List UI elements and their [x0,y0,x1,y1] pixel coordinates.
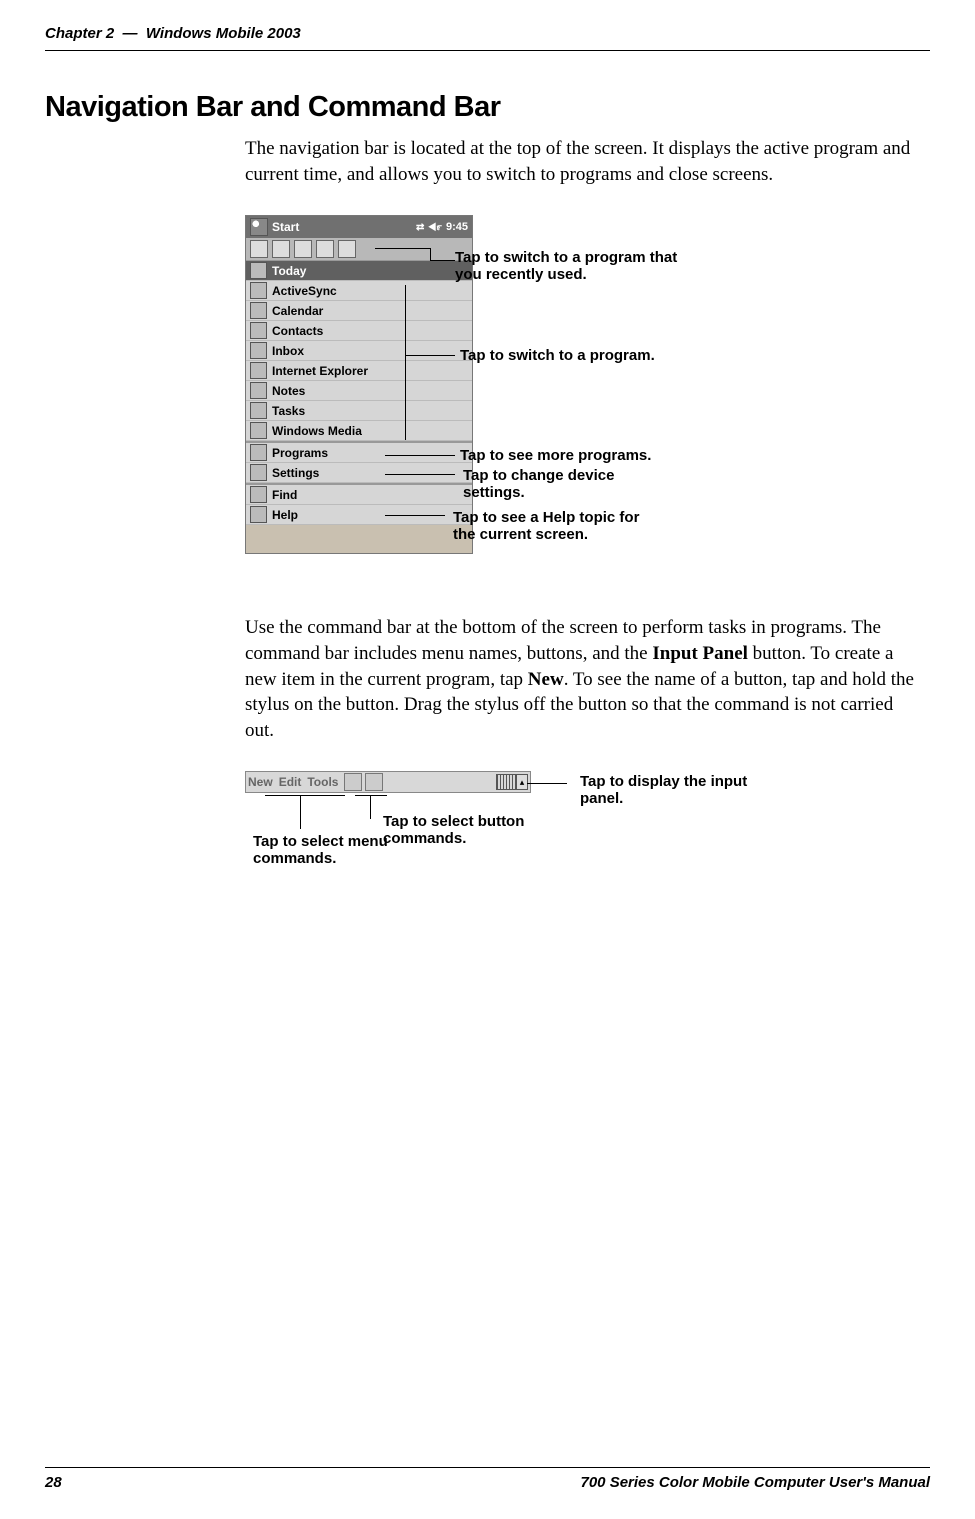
leader-line [375,248,430,249]
help-icon [250,506,267,523]
page-footer: 28 700 Series Color Mobile Computer User… [45,1467,930,1491]
para2-b-bold: Input Panel [652,643,748,664]
find-icon [250,486,267,503]
menu-contacts-label: Contacts [272,324,323,338]
cmdbar-menu-new[interactable]: New [248,775,273,789]
menu-contacts[interactable]: Contacts [246,321,472,341]
leader-line [355,795,387,796]
clock-time: 9:45 [446,221,468,233]
recent-icon-1[interactable] [250,240,268,258]
callout-input-panel: Tap to display the input panel. [580,773,790,807]
leader-line [405,355,455,356]
leader-line [265,795,345,796]
leader-line [385,515,445,516]
cmdbar-menu-edit[interactable]: Edit [279,775,302,789]
command-bar-figure: New Edit Tools ▴ Tap to display the inpu… [245,771,930,921]
leader-line [300,795,301,829]
contacts-icon [250,322,267,339]
pda-screenshot: Start ⇄ ◀೯ 9:45 Today ActiveSync Calenda… [245,215,473,554]
menu-activesync[interactable]: ActiveSync [246,281,472,301]
start-label[interactable]: Start [272,220,299,234]
menu-notes-label: Notes [272,384,305,398]
input-panel-arrow-icon[interactable]: ▴ [516,774,528,790]
pda-navbar[interactable]: Start ⇄ ◀೯ 9:45 [246,216,472,238]
chapter-label: Chapter 2 [45,25,114,42]
connectivity-icon[interactable]: ⇄ [416,222,424,233]
menu-inbox-label: Inbox [272,344,304,358]
menu-tasks-label: Tasks [272,404,305,418]
wmedia-icon [250,422,267,439]
menu-activesync-label: ActiveSync [272,284,337,298]
callout-program: Tap to switch to a program. [460,347,655,364]
para1-text: The navigation bar is located at the top… [245,136,920,187]
callout-more-programs: Tap to see more programs. [460,447,651,464]
inbox-icon [250,342,267,359]
recent-icon-2[interactable] [272,240,290,258]
leader-line [405,285,406,440]
callout-settings: Tap to change device settings. [463,467,663,501]
menu-wmedia-label: Windows Media [272,424,362,438]
callout-button-cmds: Tap to select button commands. [383,813,553,847]
recent-icon-3[interactable] [294,240,312,258]
menu-tasks[interactable]: Tasks [246,401,472,421]
notes-icon [250,382,267,399]
leader-line [385,455,455,456]
leader-line [527,783,567,784]
header-separator: — [123,25,138,42]
pda-desktop-bg [246,525,472,553]
tasks-icon [250,402,267,419]
activesync-icon [250,282,267,299]
menu-programs[interactable]: Programs [246,443,472,463]
ie-icon [250,362,267,379]
leader-line [430,260,455,261]
callout-recent: Tap to switch to a program that you rece… [455,249,705,283]
body-paragraph-1: The navigation bar is located at the top… [245,136,920,187]
start-menu-figure: Start ⇄ ◀೯ 9:45 Today ActiveSync Calenda… [245,215,930,575]
menu-calendar[interactable]: Calendar [246,301,472,321]
section-heading: Navigation Bar and Command Bar [45,91,930,124]
menu-find-label: Find [272,488,297,502]
volume-icon[interactable]: ◀೯ [428,222,442,233]
recent-programs-row[interactable] [246,238,472,261]
callout-menu-cmds: Tap to select menu commands. [253,833,403,867]
header-rule [45,50,930,51]
menu-notes[interactable]: Notes [246,381,472,401]
menu-wmedia[interactable]: Windows Media [246,421,472,441]
programs-icon [250,444,267,461]
menu-help-label: Help [272,508,298,522]
menu-ie-label: Internet Explorer [272,364,368,378]
menu-find[interactable]: Find [246,485,472,505]
cmdbar-button-icon-2[interactable] [365,773,383,791]
menu-settings-label: Settings [272,466,319,480]
settings-icon [250,464,267,481]
status-area[interactable]: ⇄ ◀೯ 9:45 [416,221,468,233]
menu-ie[interactable]: Internet Explorer [246,361,472,381]
input-panel-icon[interactable] [496,774,516,790]
callout-help: Tap to see a Help topic for the current … [453,509,653,543]
cmdbar-button-icon-1[interactable] [344,773,362,791]
menu-calendar-label: Calendar [272,304,323,318]
windows-flag-icon[interactable] [250,218,268,236]
menu-today[interactable]: Today [246,261,472,281]
today-icon [250,262,267,279]
leader-line [370,795,371,819]
command-bar: New Edit Tools ▴ [245,771,531,793]
body-paragraph-2: Use the command bar at the bottom of the… [245,615,920,743]
leader-line [430,248,431,260]
menu-programs-label: Programs [272,446,328,460]
cmdbar-menu-tools[interactable]: Tools [307,775,338,789]
menu-settings[interactable]: Settings [246,463,472,483]
page-number: 28 [45,1474,62,1491]
chapter-title: Windows Mobile 2003 [146,25,301,42]
manual-title: 700 Series Color Mobile Computer User's … [581,1474,931,1491]
para2-d-bold: New [528,669,564,690]
menu-inbox[interactable]: Inbox [246,341,472,361]
calendar-icon [250,302,267,319]
menu-today-label: Today [272,264,306,278]
running-header: Chapter 2 — Windows Mobile 2003 [45,25,930,42]
leader-line [385,474,455,475]
recent-icon-5[interactable] [338,240,356,258]
recent-icon-4[interactable] [316,240,334,258]
